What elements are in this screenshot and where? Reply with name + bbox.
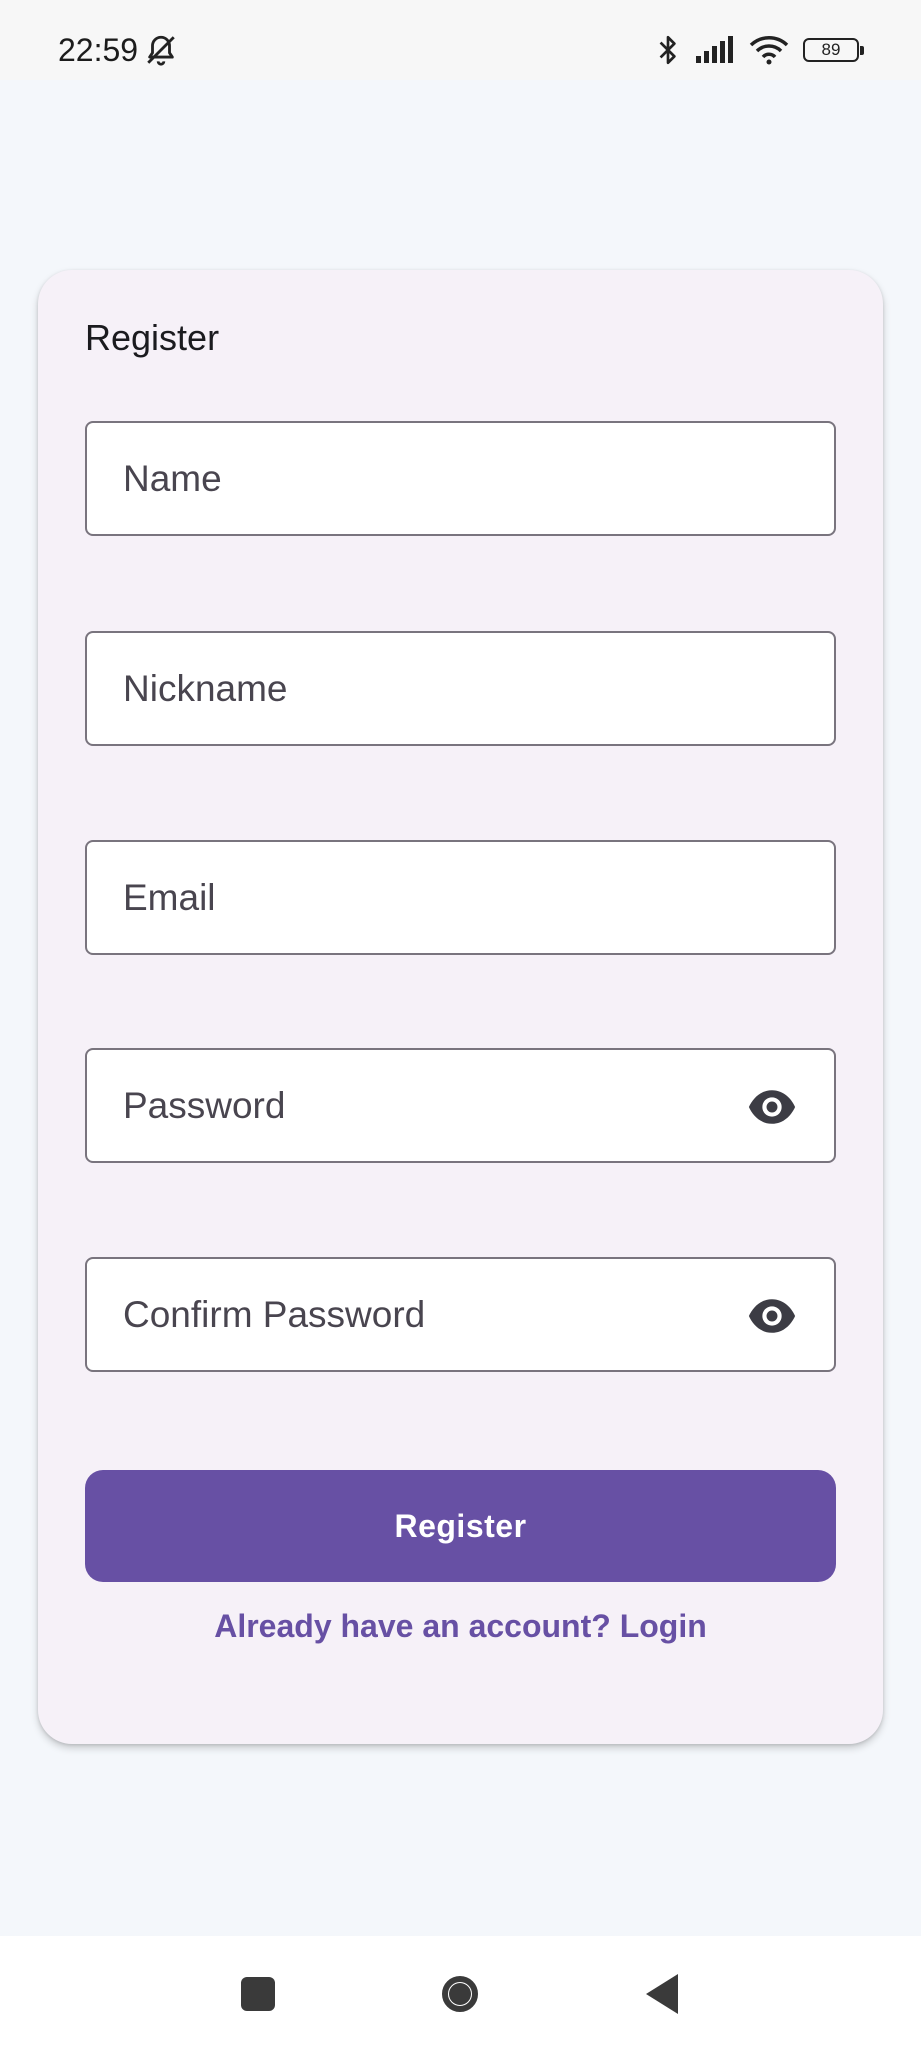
nickname-field[interactable] bbox=[85, 631, 836, 746]
confirm-password-field[interactable] bbox=[85, 1257, 836, 1372]
email-field[interactable] bbox=[85, 840, 836, 955]
recents-square-icon bbox=[241, 1977, 275, 2011]
battery-level: 89 bbox=[821, 40, 841, 59]
name-input[interactable] bbox=[87, 423, 834, 534]
home-button[interactable] bbox=[430, 1964, 490, 2024]
name-field[interactable] bbox=[85, 421, 836, 536]
status-icons: 89 bbox=[655, 30, 864, 70]
confirm-password-input[interactable] bbox=[87, 1259, 834, 1370]
bluetooth-icon bbox=[659, 35, 676, 65]
wifi-icon bbox=[749, 36, 789, 65]
password-input[interactable] bbox=[87, 1050, 834, 1161]
password-field[interactable] bbox=[85, 1048, 836, 1163]
navigation-bar bbox=[0, 1936, 921, 2048]
register-button[interactable]: Register bbox=[85, 1470, 836, 1582]
back-triangle-icon bbox=[646, 1974, 678, 2014]
battery-icon: 89 bbox=[803, 38, 864, 62]
email-input[interactable] bbox=[87, 842, 834, 953]
register-card: Register Register Already have an accoun… bbox=[38, 270, 883, 1744]
back-button[interactable] bbox=[632, 1964, 692, 2024]
eye-icon[interactable] bbox=[746, 1086, 798, 1128]
signal-icon bbox=[696, 36, 733, 63]
bell-off-icon bbox=[147, 35, 175, 66]
eye-icon[interactable] bbox=[746, 1295, 798, 1337]
recents-button[interactable] bbox=[228, 1964, 288, 2024]
nickname-input[interactable] bbox=[87, 633, 834, 744]
status-time: 22:59 bbox=[58, 32, 139, 68]
status-bar: 22:59 89 bbox=[0, 0, 921, 80]
form-title: Register bbox=[85, 317, 220, 358]
home-circle-icon bbox=[442, 1976, 478, 2012]
login-link[interactable]: Already have an account? Login bbox=[38, 1608, 883, 1645]
